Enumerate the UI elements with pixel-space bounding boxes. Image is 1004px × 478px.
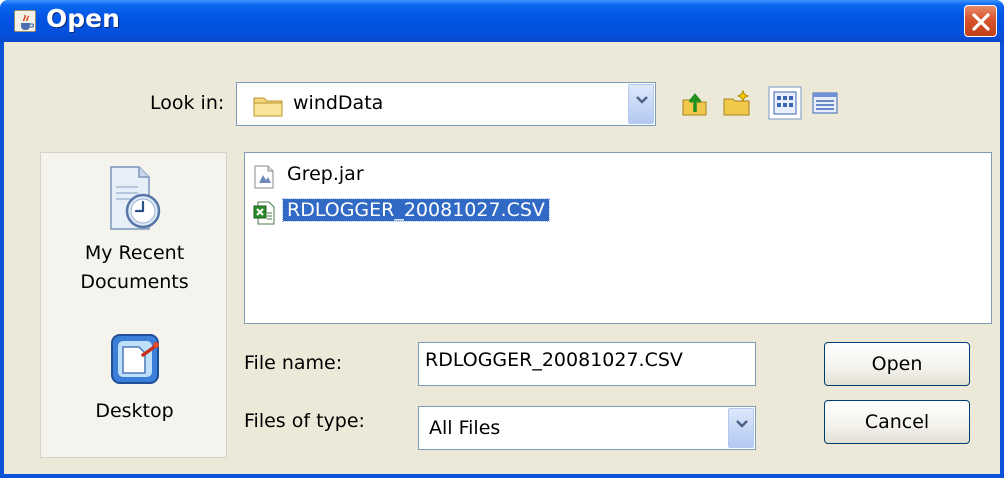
place-label-recent-line1: My Recent <box>84 242 185 264</box>
file-name-label: File name: <box>244 352 343 374</box>
folder-icon <box>253 97 283 117</box>
close-button[interactable] <box>964 5 997 37</box>
chevron-down-icon <box>636 96 648 104</box>
recent-documents-icon <box>109 166 160 230</box>
file-type-label: Files of type: <box>244 410 365 432</box>
file-type-combo[interactable]: All Files <box>418 406 756 450</box>
place-desktop[interactable]: Desktop <box>41 329 228 426</box>
places-bar: My Recent Documents Desktop <box>40 152 227 458</box>
open-dialog: Open Look in: windData My Recent Documen… <box>0 0 1004 478</box>
up-one-level-icon[interactable] <box>680 88 710 118</box>
file-type-dropdown-button[interactable] <box>728 408 754 448</box>
list-view-icon[interactable] <box>768 86 802 120</box>
java-cup-icon <box>14 10 36 32</box>
look-in-combo[interactable]: windData <box>236 82 656 126</box>
place-my-recent-documents[interactable]: My Recent Documents <box>41 159 228 297</box>
window-title: Open <box>46 4 120 33</box>
file-type-value: All Files <box>429 417 501 439</box>
place-label-desktop: Desktop <box>95 400 174 422</box>
chevron-down-icon <box>736 420 748 428</box>
open-button[interactable]: Open <box>824 342 970 386</box>
file-name-rdlogger: RDLOGGER_20081027.CSV <box>282 198 550 222</box>
title-bar[interactable]: Open <box>0 0 1004 42</box>
place-label-recent-line2: Documents <box>80 271 189 293</box>
file-list[interactable]: Grep.jar RDLOGGER_20081027.CSV <box>244 152 992 324</box>
close-icon <box>972 13 990 31</box>
look-in-label: Look in: <box>150 92 225 114</box>
csv-file-icon <box>253 201 275 225</box>
file-name-grep: Grep.jar <box>287 163 364 185</box>
create-new-folder-icon[interactable] <box>722 88 752 118</box>
details-view-icon[interactable] <box>810 88 840 118</box>
cancel-button[interactable]: Cancel <box>824 400 970 444</box>
look-in-dropdown-button[interactable] <box>628 84 654 124</box>
look-in-value: windData <box>293 92 384 114</box>
file-name-field[interactable]: RDLOGGER_20081027.CSV <box>418 342 756 386</box>
jar-file-icon <box>254 165 274 189</box>
desktop-icon <box>110 334 159 384</box>
dialog-body: Look in: windData My Recent Documents De… <box>4 42 1000 474</box>
